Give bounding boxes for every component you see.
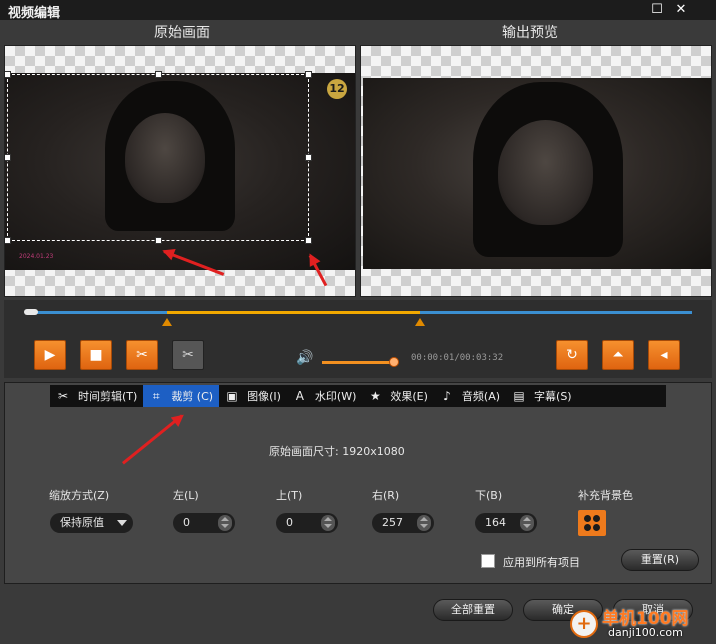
- output-video-frame: [363, 78, 711, 269]
- apply-all-label: 应用到所有项目: [503, 556, 580, 569]
- top-input[interactable]: 0: [276, 513, 338, 533]
- output-pane-label: 输出预览: [502, 25, 558, 41]
- source-watermark-text: 2024.01.23: [19, 253, 54, 260]
- right-label: 右(R): [372, 489, 400, 502]
- bottom-spinner[interactable]: [520, 515, 534, 531]
- tab-icon: ▣: [226, 389, 238, 403]
- tab-label: 水印(W): [314, 390, 357, 403]
- tab-label: 音频(A): [461, 390, 501, 403]
- timeline-track[interactable]: [24, 309, 692, 315]
- scale-mode-label: 缩放方式(Z): [49, 489, 110, 502]
- scale-mode-select[interactable]: 保持原值: [50, 513, 133, 533]
- bottom-value: 164: [485, 516, 506, 529]
- subject-face: [498, 120, 593, 225]
- bottom-label: 下(B): [475, 489, 503, 502]
- crop-handle-bottom-right[interactable]: [305, 237, 312, 244]
- top-label: 上(T): [276, 489, 303, 502]
- tab-2[interactable]: ▣ 图像(I): [219, 385, 287, 407]
- site-url: danji100.com: [608, 626, 683, 639]
- crop-handle-bottom[interactable]: [155, 237, 162, 244]
- time-display: 00:00:01/00:03:32: [411, 353, 504, 363]
- left-value: 0: [183, 516, 190, 529]
- volume-knob[interactable]: [389, 357, 400, 367]
- tab-icon: ♪: [443, 389, 451, 403]
- crop-handle-top-right[interactable]: [305, 71, 312, 78]
- tab-icon: ★: [369, 389, 381, 403]
- timeline-playhead[interactable]: [24, 309, 38, 315]
- tab-icon: ⌗: [152, 388, 160, 403]
- tab-label: 效果(E): [390, 390, 428, 403]
- cut-button[interactable]: ✂: [126, 340, 158, 370]
- right-spinner[interactable]: [417, 515, 431, 531]
- tab-label: 时间剪辑(T): [78, 390, 138, 403]
- tab-icon: A: [295, 389, 305, 403]
- tab-6[interactable]: ▤ 字幕(S): [506, 385, 578, 407]
- tab-label: 裁剪 (C): [171, 390, 214, 403]
- palette-icon: [593, 524, 600, 531]
- timeline-selected-segment: [167, 311, 420, 314]
- left-spinner[interactable]: [218, 515, 232, 531]
- cut-disabled-button[interactable]: ✂: [172, 340, 204, 370]
- close-icon[interactable]: ✕: [670, 2, 692, 18]
- tab-3[interactable]: A 水印(W): [287, 385, 362, 407]
- source-pane-label: 原始画面: [154, 25, 210, 41]
- flip-vertical-button[interactable]: ◂: [648, 340, 680, 370]
- play-button[interactable]: ▶: [34, 340, 66, 370]
- site-logo-icon: +: [570, 610, 598, 638]
- crop-handle-bottom-left[interactable]: [5, 237, 11, 244]
- palette-icon: [584, 515, 591, 522]
- fill-color-label: 补充背景色: [578, 489, 633, 502]
- right-value: 257: [382, 516, 403, 529]
- stop-button[interactable]: ■: [80, 340, 112, 370]
- window-title: 视频编辑: [8, 6, 61, 21]
- crop-handle-left[interactable]: [5, 154, 11, 161]
- crop-handle-right[interactable]: [305, 154, 312, 161]
- palette-icon: [584, 524, 591, 531]
- maximize-icon[interactable]: ☐: [646, 2, 668, 18]
- rotate-button[interactable]: ↻: [556, 340, 588, 370]
- apply-all-checkbox[interactable]: [481, 554, 495, 568]
- fill-color-button[interactable]: [578, 510, 606, 536]
- volume-slider[interactable]: [322, 361, 395, 364]
- tab-label: 图像(I): [247, 390, 281, 403]
- volume-icon[interactable]: 🔊: [296, 350, 314, 366]
- crop-handle-top-left[interactable]: [5, 71, 11, 78]
- bottom-input[interactable]: 164: [475, 513, 537, 533]
- top-spinner[interactable]: [321, 515, 335, 531]
- tab-0[interactable]: ✂ 时间剪辑(T): [50, 385, 143, 407]
- trim-end-marker[interactable]: [414, 318, 425, 326]
- top-value: 0: [286, 516, 293, 529]
- tab-4[interactable]: ★ 效果(E): [362, 385, 434, 407]
- flip-horizontal-button[interactable]: ⏶: [602, 340, 634, 370]
- reset-all-button[interactable]: 全部重置: [433, 599, 513, 621]
- left-label: 左(L): [173, 489, 199, 502]
- crop-handle-top[interactable]: [155, 71, 162, 78]
- trim-start-marker[interactable]: [162, 318, 173, 326]
- palette-icon: [593, 515, 600, 522]
- tab-icon: ▤: [513, 389, 525, 403]
- title-bar: 视频编辑 ☐ ✕: [0, 0, 716, 21]
- playback-controls: ▶ ■ ✂ ✂ 🔊 00:00:01/00:03:32 ↻ ⏶ ◂: [4, 300, 712, 378]
- rating-badge: 12: [327, 79, 347, 99]
- tab-label: 字幕(S): [534, 390, 572, 403]
- chevron-down-icon: [117, 520, 127, 526]
- tab-5[interactable]: ♪ 音频(A): [434, 385, 506, 407]
- tab-icon: ✂: [57, 389, 69, 403]
- left-input[interactable]: 0: [173, 513, 235, 533]
- reset-button[interactable]: 重置(R): [621, 549, 699, 571]
- edit-tabs: ✂ 时间剪辑(T) ⌗ 裁剪 (C) ▣ 图像(I) A 水印(W) ★ 效果(E) ♪ 音频(A) ▤…: [50, 385, 666, 407]
- output-viewer: [360, 45, 712, 297]
- right-input[interactable]: 257: [372, 513, 434, 533]
- scale-mode-value: 保持原值: [60, 516, 104, 529]
- tab-1[interactable]: ⌗ 裁剪 (C): [143, 385, 220, 407]
- site-watermark: + 单机100网 danji100.com: [570, 600, 716, 644]
- edit-panel: ✂ 时间剪辑(T) ⌗ 裁剪 (C) ▣ 图像(I) A 水印(W) ★ 效果(E) ♪ 音频(A) ▤…: [4, 382, 712, 584]
- crop-rectangle[interactable]: [5, 71, 312, 244]
- original-size-text: 原始画面尺寸: 1920x1080: [269, 445, 405, 458]
